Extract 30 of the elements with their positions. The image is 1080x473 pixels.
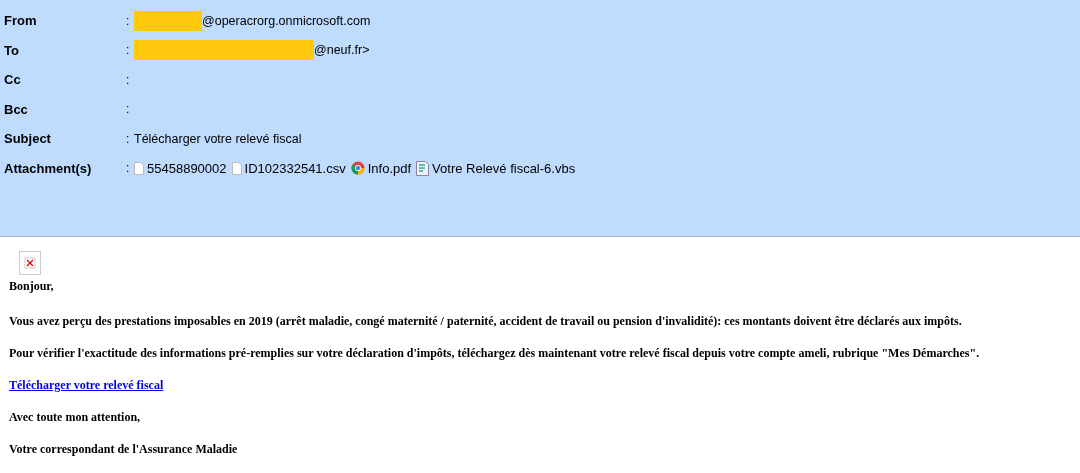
chrome-icon — [350, 161, 365, 176]
broken-image-icon — [19, 251, 41, 275]
download-link[interactable]: Télécharger votre relevé fiscal — [9, 378, 164, 392]
body-paragraph: Pour vérifier l'exactitude des informations pré-remplies sur votre déclaration d'impôts, téléchargez dès maintenant votre relevé fiscal depuis votre compte ameli, rubrique "Mes Démarches". — [9, 346, 981, 361]
field-label: Attachment(s) — [3, 160, 93, 176]
field-label: To — [3, 42, 20, 58]
attachment-name[interactable]: Info.pdf — [367, 160, 412, 176]
attachment-name[interactable]: ID102332541.csv — [244, 160, 346, 176]
document-icon — [231, 161, 242, 175]
attachment-name[interactable]: Votre Relevé fiscal-6.vbs — [432, 160, 576, 176]
script-icon — [416, 160, 430, 176]
field-value: @operacrorg.onmicrosoft.com — [202, 13, 371, 28]
document-icon — [134, 161, 144, 175]
colon: : — [126, 43, 131, 58]
greeting-text: Bonjour, — [9, 279, 55, 294]
colon: : — [126, 13, 131, 28]
attachment-name[interactable]: 55458890002 — [147, 160, 227, 176]
field-value: Télécharger votre relevé fiscal — [134, 131, 302, 146]
colon: : — [126, 102, 131, 117]
field-label: Cc — [3, 72, 22, 88]
field-value: @neuf.fr> — [314, 43, 370, 58]
colon: : — [126, 72, 131, 87]
field-label: Bcc — [3, 101, 29, 117]
closing-text: Avec toute mon attention, — [9, 410, 142, 425]
field-label: From — [3, 13, 38, 29]
colon: : — [126, 161, 131, 176]
signature-text: Votre correspondant de l'Assurance Maladie — [9, 442, 239, 457]
field-label: Subject — [3, 131, 52, 147]
colon: : — [126, 131, 131, 146]
body-paragraph: Vous avez perçu des prestations imposables en 2019 (arrêt maladie, congé maternité / paternité, accident de travail ou pension d'invalidité): ces montants doivent être déclarés aux impôts. — [9, 314, 963, 329]
